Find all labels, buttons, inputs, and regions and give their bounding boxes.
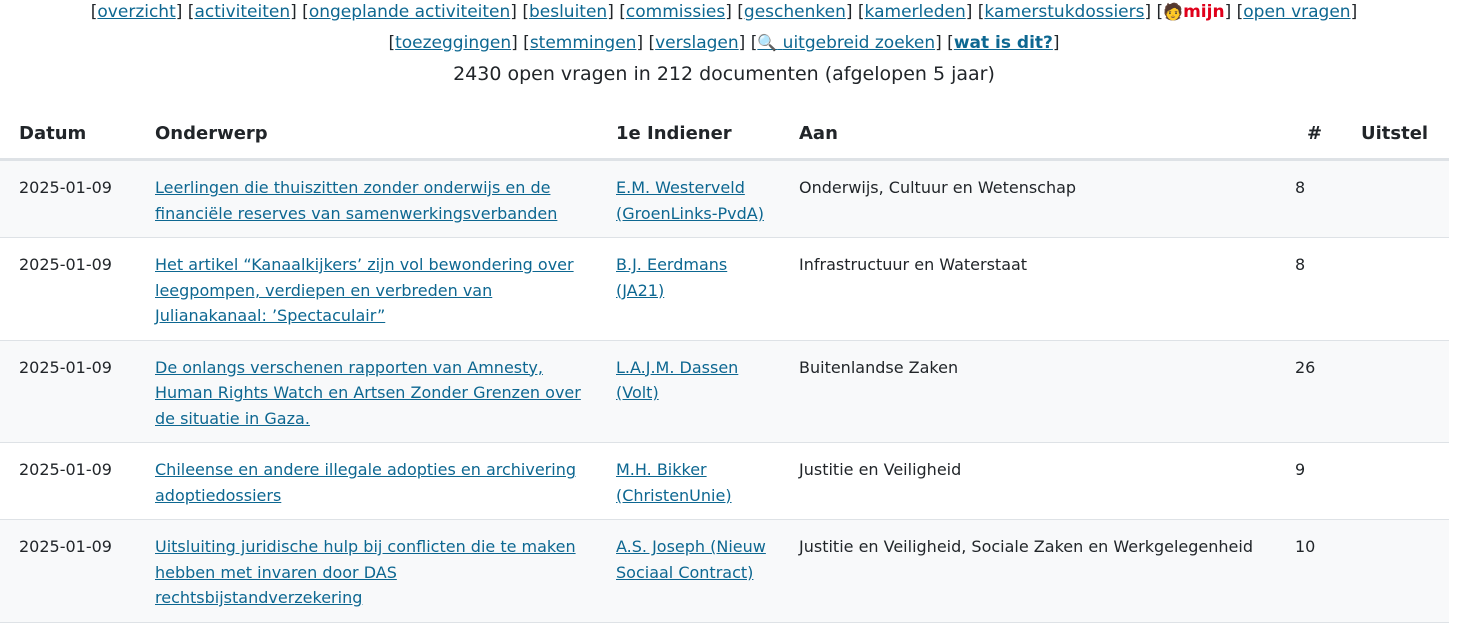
indiener-link[interactable]: E.M. Westerveld (GroenLinks-PvdA) (616, 178, 764, 223)
onderwerp-link[interactable]: Chileense en andere illegale adopties en… (155, 460, 576, 505)
cell-uitstel (1351, 519, 1449, 623)
nav-link-uitgebreid-zoeken-label: uitgebreid zoeken (782, 33, 936, 53)
onderwerp-link[interactable]: De onlangs verschenen rapporten van Amne… (155, 358, 581, 428)
table-row: 2025-01-09 Chileense en andere illegale … (0, 442, 1449, 520)
column-header-aan: Aan (780, 108, 1288, 161)
cell-onderwerp: Het artikel “Kanaalkijkers’ zijn vol bew… (136, 237, 597, 341)
nav-link-besluiten[interactable]: besluiten (529, 2, 607, 22)
cell-uitstel (1351, 237, 1449, 341)
nav-link-wat-is-dit[interactable]: wat is dit? (954, 33, 1053, 53)
table-row: 2025-01-09 Het artikel “Kanaalkijkers’ z… (0, 237, 1449, 341)
column-header-onderwerp: Onderwerp (136, 108, 597, 161)
nav-link-ongeplande-activiteiten[interactable]: ongeplande activiteiten (309, 2, 510, 22)
cell-indiener: M.H. Bikker (ChristenUnie) (597, 442, 780, 520)
table-header-row: Datum Onderwerp 1e Indiener Aan # Uitste… (0, 108, 1449, 161)
cell-count: 26 (1288, 340, 1351, 443)
cell-aan: Justitie en Veiligheid (780, 442, 1288, 520)
cell-onderwerp: Uitsluiting juridische hulp bij conflict… (136, 519, 597, 623)
cell-indiener: A.S. Joseph (Nieuw Sociaal Contract) (597, 519, 780, 623)
onderwerp-link[interactable]: Leerlingen die thuiszitten zonder onderw… (155, 178, 557, 223)
nav-link-overzicht[interactable]: overzicht (97, 2, 175, 22)
nav-link-geschenken[interactable]: geschenken (744, 2, 846, 22)
cell-uitstel (1351, 442, 1449, 520)
cell-aan: Buitenlandse Zaken (780, 340, 1288, 443)
column-header-uitstel: Uitstel (1351, 108, 1449, 161)
column-header-datum: Datum (0, 108, 136, 161)
nav-link-kamerleden[interactable]: kamerleden (865, 2, 966, 22)
onderwerp-link[interactable]: Het artikel “Kanaalkijkers’ zijn vol bew… (155, 255, 574, 325)
table-row: 2025-01-09 Uitsluiting juridische hulp b… (0, 519, 1449, 623)
person-icon: 🧑 (1163, 2, 1184, 21)
nav-link-mijn[interactable]: 🧑mijn (1163, 2, 1224, 22)
cell-indiener: L.A.J.M. Dassen (Volt) (597, 340, 780, 443)
cell-datum: 2025-01-09 (0, 340, 136, 443)
cell-count: 10 (1288, 519, 1351, 623)
nav-link-mijn-label: mijn (1183, 2, 1225, 22)
nav-link-kamerstukdossiers[interactable]: kamerstukdossiers (984, 2, 1144, 22)
cell-aan: Justitie en Veiligheid, Sociale Zaken en… (780, 519, 1288, 623)
table-row: 2025-01-09 Leerlingen die thuiszitten zo… (0, 159, 1449, 238)
nav-link-activiteiten[interactable]: activiteiten (194, 2, 290, 22)
nav-link-toezeggingen[interactable]: toezeggingen (395, 33, 511, 53)
indiener-link[interactable]: B.J. Eerdmans (JA21) (616, 255, 727, 300)
cell-onderwerp: Leerlingen die thuiszitten zonder onderw… (136, 159, 597, 238)
nav-link-open-vragen[interactable]: open vragen (1243, 2, 1350, 22)
cell-onderwerp: De onlangs verschenen rapporten van Amne… (136, 340, 597, 443)
table-row: 2025-01-09 De onlangs verschenen rapport… (0, 340, 1449, 443)
cell-datum: 2025-01-09 (0, 159, 136, 238)
cell-count: 9 (1288, 442, 1351, 520)
cell-onderwerp: Chileense en andere illegale adopties en… (136, 442, 597, 520)
open-vragen-table: Datum Onderwerp 1e Indiener Aan # Uitste… (0, 108, 1449, 623)
page-summary: 2430 open vragen in 212 documenten (afge… (453, 63, 995, 85)
nav-link-stemmingen[interactable]: stemmingen (530, 33, 637, 53)
cell-uitstel (1351, 159, 1449, 238)
cell-indiener: B.J. Eerdmans (JA21) (597, 237, 780, 341)
nav-link-verslagen[interactable]: verslagen (655, 33, 739, 53)
cell-datum: 2025-01-09 (0, 237, 136, 341)
nav-link-commissies[interactable]: commissies (626, 2, 725, 22)
indiener-link[interactable]: M.H. Bikker (ChristenUnie) (616, 460, 732, 505)
cell-uitstel (1351, 340, 1449, 443)
nav-link-uitgebreid-zoeken[interactable]: 🔍 uitgebreid zoeken (757, 33, 935, 53)
magnifier-icon: 🔍 (757, 33, 778, 52)
cell-count: 8 (1288, 237, 1351, 341)
onderwerp-link[interactable]: Uitsluiting juridische hulp bij conflict… (155, 537, 576, 607)
cell-datum: 2025-01-09 (0, 442, 136, 520)
cell-indiener: E.M. Westerveld (GroenLinks-PvdA) (597, 159, 780, 238)
nav-row-2: [toezeggingen] [stemmingen] [verslagen] … (388, 33, 1060, 53)
cell-aan: Infrastructuur en Waterstaat (780, 237, 1288, 341)
cell-aan: Onderwijs, Cultuur en Wetenschap (780, 159, 1288, 238)
column-header-count: # (1288, 108, 1351, 161)
indiener-link[interactable]: L.A.J.M. Dassen (Volt) (616, 358, 738, 403)
indiener-link[interactable]: A.S. Joseph (Nieuw Sociaal Contract) (616, 537, 766, 582)
column-header-indiener: 1e Indiener (597, 108, 780, 161)
cell-count: 8 (1288, 159, 1351, 238)
nav-row-1: [overzicht] [activiteiten] [ongeplande a… (90, 2, 1358, 22)
cell-datum: 2025-01-09 (0, 519, 136, 623)
